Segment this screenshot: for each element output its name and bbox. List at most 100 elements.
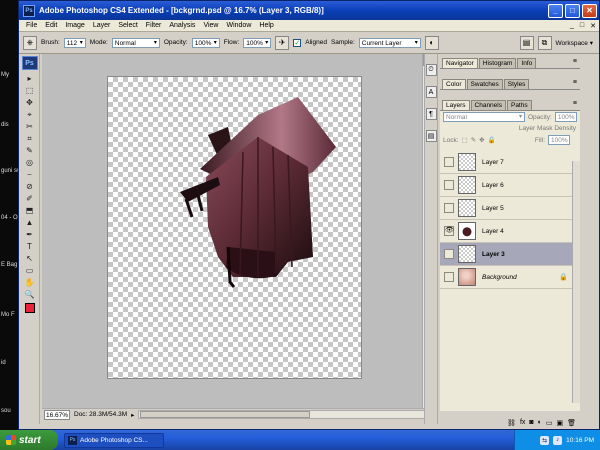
layer-style-icon[interactable]: fx <box>520 419 525 426</box>
clone-source-icon[interactable]: ⧉ <box>537 35 552 50</box>
opacity-input[interactable]: 100% <box>191 37 220 48</box>
tab-histogram[interactable]: Histogram <box>478 58 517 68</box>
tab-layers[interactable]: Layers <box>442 100 470 110</box>
lasso-tool-icon[interactable]: ✥ <box>23 97 37 108</box>
mode-select[interactable]: Normal <box>111 37 160 48</box>
layer-name[interactable]: Layer 7 <box>482 159 504 166</box>
visibility-toggle[interactable] <box>444 249 454 259</box>
visibility-toggle[interactable]: 👁 <box>444 226 454 236</box>
tab-styles[interactable]: Styles <box>503 79 530 89</box>
crop-tool-icon[interactable]: ✂ <box>23 121 37 132</box>
clone-stamp-tool-icon[interactable]: ⊘ <box>23 181 37 192</box>
layer-row[interactable]: Layer 7 <box>440 151 580 174</box>
aligned-checkbox[interactable]: ✓ <box>293 38 302 47</box>
menu-help[interactable]: Help <box>255 22 277 29</box>
visibility-toggle[interactable] <box>444 272 454 282</box>
foreground-color-swatch[interactable] <box>24 303 35 313</box>
maximize-button[interactable]: □ <box>565 3 580 18</box>
desktop-label[interactable]: E Bag <box>1 262 17 268</box>
layer-name[interactable]: Layer 4 <box>482 228 504 235</box>
tab-navigator[interactable]: Navigator <box>442 58 478 68</box>
tool-presets-icon[interactable]: ▤ <box>425 130 437 142</box>
sample-select[interactable]: Current Layer <box>358 37 421 48</box>
hand-tool-icon[interactable]: ✋ <box>23 277 37 288</box>
eraser-tool-icon[interactable]: ⬒ <box>23 205 37 216</box>
marquee-tool-icon[interactable]: ⬚ <box>23 85 37 96</box>
history-brush-tool-icon[interactable]: ✐ <box>23 193 37 204</box>
blend-mode-select[interactable]: Normal <box>443 112 525 122</box>
lock-transparency-icon[interactable]: ⬚ <box>462 136 468 144</box>
start-button[interactable]: start <box>0 430 58 450</box>
new-group-icon[interactable]: ▭ <box>546 419 553 427</box>
doc-size-info[interactable]: Doc: 28.3M/54.3M <box>74 411 127 418</box>
network-icon[interactable]: ⇆ <box>540 435 550 445</box>
scroll-thumb[interactable] <box>140 411 311 418</box>
doc-restore-button[interactable]: □ <box>577 22 587 29</box>
taskbar-photoshop-button[interactable]: Ps Adobe Photoshop CS... <box>64 432 164 448</box>
visibility-toggle[interactable] <box>444 180 454 190</box>
layer-row[interactable]: 👁 Layer 4 <box>440 220 580 243</box>
menu-view[interactable]: View <box>199 22 222 29</box>
character-panel-icon[interactable]: A <box>425 86 437 98</box>
healing-brush-tool-icon[interactable]: ◎ <box>23 157 37 168</box>
eyedropper-tool-icon[interactable]: ✎ <box>23 145 37 156</box>
path-select-tool-icon[interactable]: ↖ <box>23 253 37 264</box>
menu-analysis[interactable]: Analysis <box>165 22 199 29</box>
layer-name[interactable]: Layer 6 <box>482 182 504 189</box>
clock[interactable]: 10:16 PM <box>566 437 594 444</box>
menu-filter[interactable]: Filter <box>142 22 166 29</box>
tab-paths[interactable]: Paths <box>506 100 532 110</box>
adjustment-layer-icon[interactable]: ◐ <box>538 419 542 426</box>
desktop-label[interactable]: dis <box>1 122 9 128</box>
layer-row[interactable]: Background 🔒 <box>440 266 580 289</box>
canvas-horizontal-scrollbar[interactable] <box>138 410 434 419</box>
fill-input[interactable]: 100% <box>548 135 570 145</box>
minimize-button[interactable]: _ <box>548 3 563 18</box>
history-panel-icon[interactable]: ⏲ <box>425 64 437 76</box>
brush-size-picker[interactable]: 112 <box>63 37 86 48</box>
shape-tool-icon[interactable]: ▭ <box>23 265 37 276</box>
menu-edit[interactable]: Edit <box>41 22 61 29</box>
zoom-tool-icon[interactable]: 🔍 <box>23 289 37 300</box>
gradient-tool-icon[interactable]: ▲ <box>23 217 37 228</box>
layer-name[interactable]: Background <box>482 274 517 281</box>
menu-layer[interactable]: Layer <box>89 22 115 29</box>
tab-channels[interactable]: Channels <box>470 100 506 110</box>
panel-menu-icon[interactable]: ≡ <box>573 100 577 107</box>
layer-opacity-input[interactable]: 100% <box>554 112 577 122</box>
flow-input[interactable]: 100% <box>243 37 272 48</box>
visibility-toggle[interactable] <box>444 157 454 167</box>
menu-image[interactable]: Image <box>61 22 88 29</box>
layer-name[interactable]: Layer 5 <box>482 205 504 212</box>
move-tool-icon[interactable]: ▸ <box>23 73 37 84</box>
lock-pixels-icon[interactable]: ✎ <box>471 136 476 144</box>
desktop-label[interactable]: My <box>1 72 9 78</box>
desktop-label[interactable]: id <box>1 360 6 366</box>
title-bar[interactable]: Ps Adobe Photoshop CS4 Extended - [bckgr… <box>19 1 599 20</box>
doc-minimize-button[interactable]: _ <box>567 22 577 29</box>
close-button[interactable]: ✕ <box>582 3 597 18</box>
document-canvas[interactable] <box>107 76 362 379</box>
status-arrow-icon[interactable]: ▸ <box>131 411 134 419</box>
layer-row-selected[interactable]: Layer 3 <box>440 243 580 266</box>
airbrush-icon[interactable]: ✈ <box>275 35 290 50</box>
layer-row[interactable]: Layer 6 <box>440 174 580 197</box>
lock-all-icon[interactable]: 🔒 <box>488 136 496 144</box>
panel-menu-icon[interactable]: ≡ <box>573 79 577 86</box>
layers-scrollbar[interactable] <box>572 161 580 403</box>
volume-icon[interactable]: ♪ <box>553 435 563 445</box>
doc-close-button[interactable]: ✕ <box>587 22 599 30</box>
brushes-panel-icon[interactable]: ▤ <box>519 35 534 50</box>
zoom-level-field[interactable]: 16.67% <box>44 409 70 420</box>
layer-name[interactable]: Layer 3 <box>482 251 505 258</box>
add-mask-icon[interactable]: ◙ <box>529 419 533 426</box>
workspace-switcher[interactable]: Workspace ▾ <box>556 39 593 47</box>
type-tool-icon[interactable]: T <box>23 241 37 252</box>
paragraph-panel-icon[interactable]: ¶ <box>425 108 437 120</box>
link-layers-icon[interactable]: ⛓ <box>507 419 516 427</box>
delete-layer-icon[interactable]: 🗑 <box>567 419 576 427</box>
desktop-label[interactable]: Mo F <box>1 312 15 318</box>
quick-select-tool-icon[interactable]: ⌖ <box>23 109 37 120</box>
new-layer-icon[interactable]: ▣ <box>556 419 563 427</box>
slice-tool-icon[interactable]: ⌗ <box>23 133 37 144</box>
